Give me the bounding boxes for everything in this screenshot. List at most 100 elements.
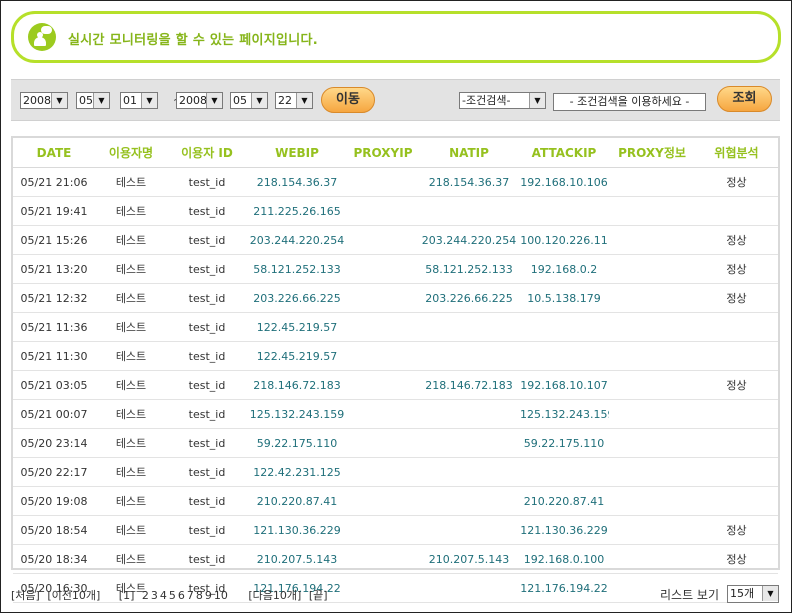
condition-search-input[interactable]: - 조건검색을 이용하세요 -: [553, 93, 706, 111]
go-button[interactable]: 이동: [321, 87, 375, 113]
cell-threat-analysis: 정상: [695, 515, 778, 545]
cell-proxy-info: [609, 457, 695, 487]
cell-date: 05/20 18:34: [13, 544, 95, 574]
pager-page-link[interactable]: 10: [214, 589, 228, 602]
cell-user-id: test_id: [167, 457, 247, 487]
pager-page-link[interactable]: 6: [178, 589, 185, 602]
cell-proxyip: [347, 312, 419, 342]
cell-proxy-info: [609, 254, 695, 284]
cell-threat-analysis: [695, 196, 778, 226]
table-row: 05/21 15:26 테스트 test_id 203.244.220.254 203.…: [13, 225, 778, 255]
cell-proxy-info: [609, 167, 695, 197]
cell-threat-analysis: [695, 312, 778, 342]
cell-proxy-info: [609, 341, 695, 371]
cell-user-name: 테스트: [95, 312, 167, 342]
chevron-down-icon: ▼: [141, 93, 157, 108]
cell-proxy-info: [609, 428, 695, 458]
header-date: DATE: [13, 138, 95, 168]
cell-attackip: 192.168.10.107: [519, 370, 609, 400]
header-user-name: 이용자명: [95, 138, 167, 168]
pager-first-link[interactable]: [처음]: [11, 589, 40, 602]
pagination: [처음] [이전10개] [1] 2 3 4 5 6 7 8 9 10 [다음10개] [끝]: [11, 587, 330, 603]
cell-threat-analysis: 정상: [695, 254, 778, 284]
pager-page-link[interactable]: 8: [196, 589, 203, 602]
cell-user-id: test_id: [167, 283, 247, 313]
cell-webip: 121.130.36.229: [247, 515, 347, 545]
cell-threat-analysis: 정상: [695, 167, 778, 197]
cell-user-id: test_id: [167, 544, 247, 574]
pager-page-link[interactable]: 2: [142, 589, 149, 602]
header-natip: NATIP: [419, 138, 519, 168]
from-day-select[interactable]: 01 ▼: [120, 92, 158, 109]
cell-date: 05/21 13:20: [13, 254, 95, 284]
pager-page-link[interactable]: 3: [151, 589, 158, 602]
pager-last-link[interactable]: [끝]: [309, 589, 328, 602]
cell-proxy-info: [609, 283, 695, 313]
cell-proxyip: [347, 225, 419, 255]
table-row: 05/21 19:41 테스트 test_id 211.225.26.165: [13, 196, 778, 226]
from-year-value: 2008: [23, 94, 51, 107]
cell-user-name: 테스트: [95, 544, 167, 574]
list-size-select[interactable]: 15개 ▼: [727, 585, 779, 603]
pager-page-link[interactable]: 5: [169, 589, 176, 602]
banner-title: 실시간 모니터링을 할 수 있는 페이지입니다.: [68, 33, 319, 48]
table-row: 05/21 13:20 테스트 test_id 58.121.252.133 58.12…: [13, 254, 778, 284]
cell-proxyip: [347, 544, 419, 574]
header-proxyip: PROXYIP: [347, 138, 419, 168]
pager-prev10-link[interactable]: [이전10개]: [47, 589, 100, 602]
pager-page-link[interactable]: 7: [187, 589, 194, 602]
cell-proxy-info: [609, 399, 695, 429]
chevron-down-icon: ▼: [251, 93, 267, 108]
table-row: 05/20 18:54 테스트 test_id 121.130.36.229 121.1…: [13, 515, 778, 545]
cell-attackip: [519, 457, 609, 487]
cell-attackip: [519, 341, 609, 371]
cell-date: 05/20 23:14: [13, 428, 95, 458]
cell-webip: 122.42.231.125: [247, 457, 347, 487]
cell-natip: [419, 515, 519, 545]
cell-date: 05/21 03:05: [13, 370, 95, 400]
to-year-select[interactable]: 2008 ▼: [176, 92, 223, 109]
cell-user-id: test_id: [167, 370, 247, 400]
cell-natip: [419, 312, 519, 342]
cell-webip: 59.22.175.110: [247, 428, 347, 458]
cell-user-id: test_id: [167, 196, 247, 226]
cell-user-name: 테스트: [95, 225, 167, 255]
cell-proxy-info: [609, 486, 695, 516]
pager-page-link[interactable]: 9: [205, 589, 212, 602]
cell-webip: 218.146.72.183: [247, 370, 347, 400]
to-day-select[interactable]: 22 ▼: [275, 92, 313, 109]
pager-next10-link[interactable]: [다음10개]: [248, 589, 301, 602]
cell-threat-analysis: [695, 399, 778, 429]
to-year-value: 2008: [179, 94, 207, 107]
cell-proxyip: [347, 515, 419, 545]
lookup-button[interactable]: 조회: [717, 86, 772, 112]
cell-threat-analysis: [695, 341, 778, 371]
pager-page-link[interactable]: 4: [160, 589, 167, 602]
cell-threat-analysis: 정상: [695, 225, 778, 255]
table-row: 05/20 23:14 테스트 test_id 59.22.175.110 59.22.…: [13, 428, 778, 458]
cell-proxyip: [347, 486, 419, 516]
cell-proxyip: [347, 457, 419, 487]
cell-date: 05/20 22:17: [13, 457, 95, 487]
from-year-select[interactable]: 2008 ▼: [20, 92, 68, 109]
cell-date: 05/21 00:07: [13, 399, 95, 429]
cell-user-id: test_id: [167, 312, 247, 342]
condition-select[interactable]: -조건검색- ▼: [459, 92, 546, 109]
cell-attackip: 192.168.0.100: [519, 544, 609, 574]
chevron-down-icon: ▼: [206, 93, 222, 108]
cell-proxy-info: [609, 515, 695, 545]
cell-webip: 210.220.87.41: [247, 486, 347, 516]
cell-threat-analysis: 정상: [695, 283, 778, 313]
cell-date: 05/21 15:26: [13, 225, 95, 255]
cell-user-name: 테스트: [95, 457, 167, 487]
table-row: 05/21 21:06 테스트 test_id 218.154.36.37 218.15…: [13, 167, 778, 197]
cell-date: 05/21 19:41: [13, 196, 95, 226]
cell-threat-analysis: 정상: [695, 370, 778, 400]
to-month-select[interactable]: 05 ▼: [230, 92, 268, 109]
header-user-id: 이용자 ID: [167, 138, 247, 168]
from-month-select[interactable]: 05 ▼: [76, 92, 110, 109]
info-banner: 실시간 모니터링을 할 수 있는 페이지입니다.: [11, 11, 781, 63]
cell-webip: 218.154.36.37: [247, 167, 347, 197]
cell-natip: [419, 573, 519, 603]
chevron-down-icon: ▼: [51, 93, 67, 108]
